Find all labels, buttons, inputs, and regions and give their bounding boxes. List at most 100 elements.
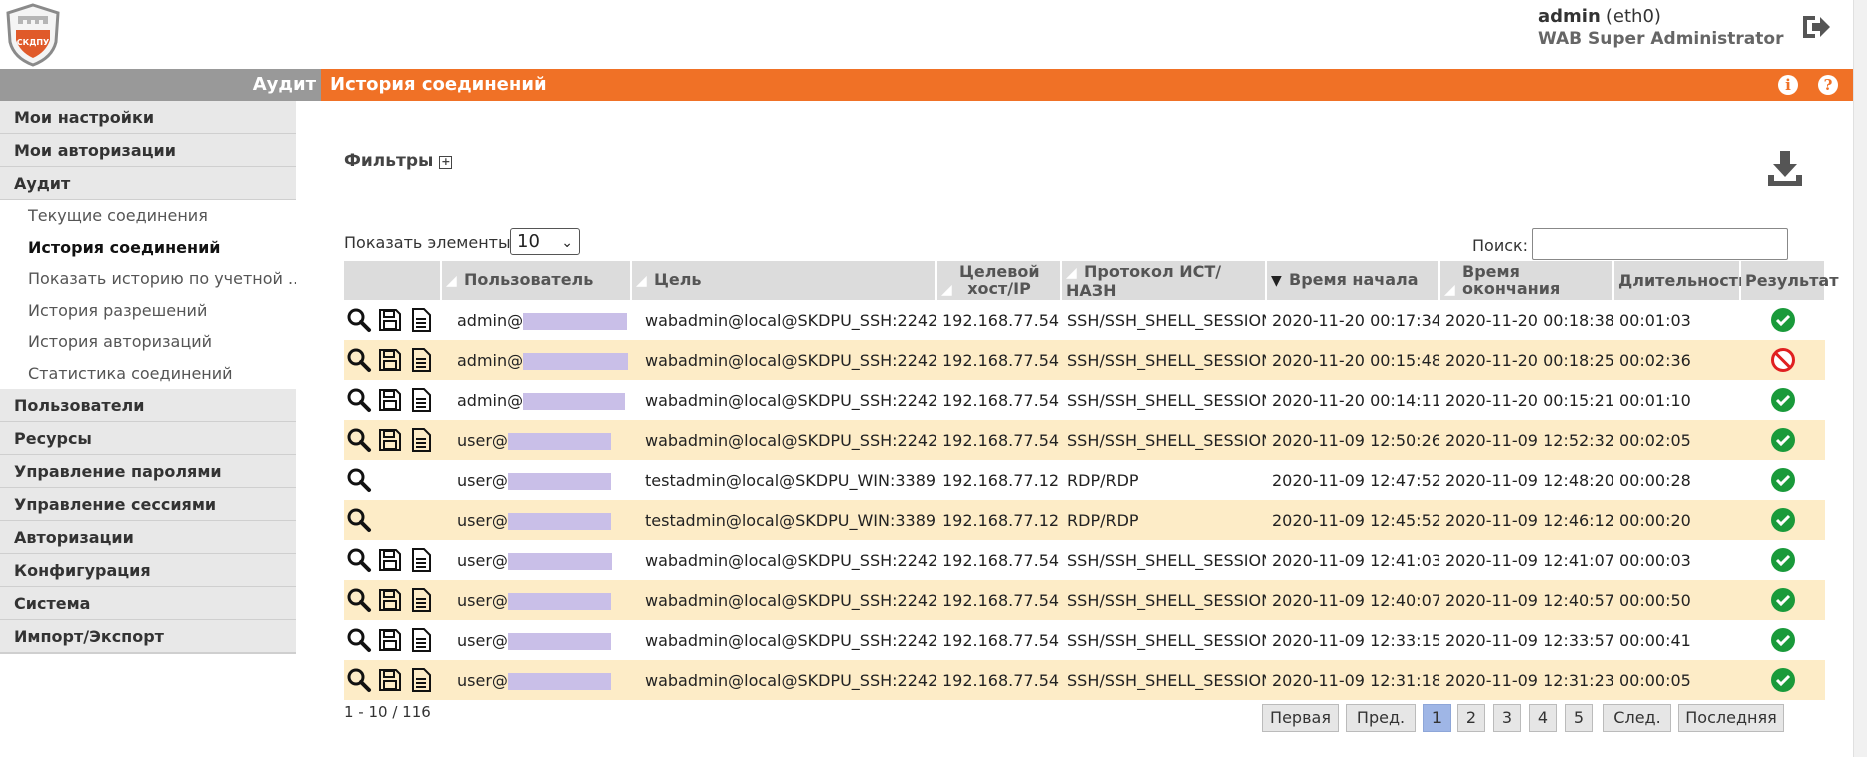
page-button[interactable]: След. xyxy=(1603,704,1671,732)
table-row[interactable]: admin@ wabadmin@local@SKDPU_SSH:2242 192.1… xyxy=(344,300,1825,340)
check-circle-icon xyxy=(1770,508,1795,532)
table-row[interactable]: admin@ wabadmin@local@SKDPU_SSH:2242 192.1… xyxy=(344,380,1825,420)
save-icon[interactable] xyxy=(377,627,403,653)
cell-protocol: SSH/SSH_SHELL_SESSION xyxy=(1061,300,1266,340)
page-button[interactable]: 4 xyxy=(1529,704,1557,732)
check-mark xyxy=(1775,634,1790,647)
sidebar-section[interactable]: Пользователи xyxy=(0,389,296,422)
user-login: user@ xyxy=(457,670,508,690)
save-icon[interactable] xyxy=(377,347,403,373)
save-icon[interactable] xyxy=(377,427,403,453)
table-row[interactable]: user@ wabadmin@local@SKDPU_SSH:2242 192.16… xyxy=(344,420,1825,460)
table-row[interactable]: user@ wabadmin@local@SKDPU_SSH:2242 192.16… xyxy=(344,580,1825,620)
table-row[interactable]: user@ wabadmin@local@SKDPU_SSH:2242 192.16… xyxy=(344,620,1825,660)
save-icon[interactable] xyxy=(377,387,403,413)
sidebar-section[interactable]: Управление сессиями xyxy=(0,488,296,521)
table-row[interactable]: user@ wabadmin@local@SKDPU_SSH:2242 192.16… xyxy=(344,660,1825,700)
sidebar-item[interactable]: Показать историю по учетной ... xyxy=(0,263,296,295)
download-icon[interactable] xyxy=(1766,148,1804,188)
page-button[interactable]: Первая xyxy=(1262,704,1339,732)
column-header[interactable]: ◢ Пользователь xyxy=(441,261,632,300)
search-icon[interactable] xyxy=(346,587,372,613)
table-row[interactable]: user@ wabadmin@local@SKDPU_SSH:2242 192.16… xyxy=(344,540,1825,580)
sidebar-item[interactable]: История разрешений xyxy=(0,294,296,326)
column-header[interactable] xyxy=(344,261,442,300)
records-count: 1 - 10 / 116 xyxy=(344,703,431,721)
row-actions xyxy=(344,620,441,660)
document-icon[interactable] xyxy=(408,387,434,413)
column-header[interactable]: ◢ Цель xyxy=(631,261,937,300)
logout-icon[interactable] xyxy=(1800,12,1832,42)
search-icon[interactable] xyxy=(346,427,372,453)
sidebar-section[interactable]: Мои настройки xyxy=(0,101,296,134)
cell-protocol: SSH/SSH_SHELL_SESSION xyxy=(1061,340,1266,380)
document-icon[interactable] xyxy=(408,627,434,653)
sidebar-item[interactable]: История соединений xyxy=(0,231,296,263)
cell-host: 192.168.77.54 xyxy=(936,340,1061,380)
table-row[interactable]: user@ testadmin@local@SKDPU_WIN:3389 192.1… xyxy=(344,460,1825,500)
document-icon[interactable] xyxy=(408,667,434,693)
table-row[interactable]: admin@ wabadmin@local@SKDPU_SSH:2242 192.1… xyxy=(344,340,1825,380)
search-icon[interactable] xyxy=(346,467,372,493)
sidebar-section[interactable]: Импорт/Экспорт xyxy=(0,620,296,653)
cell-protocol: SSH/SSH_SHELL_SESSION xyxy=(1061,660,1266,700)
breadcrumb-section[interactable]: Аудит xyxy=(0,69,321,101)
column-label: Протокол ИСТ/НАЗН xyxy=(1066,261,1222,300)
save-icon[interactable] xyxy=(377,307,403,333)
sidebar-section[interactable]: Ресурсы xyxy=(0,422,296,455)
document-icon[interactable] xyxy=(408,587,434,613)
window-scrollbar[interactable] xyxy=(1853,0,1867,757)
document-icon[interactable] xyxy=(408,547,434,573)
search-icon[interactable] xyxy=(346,387,372,413)
table-row[interactable]: user@ testadmin@local@SKDPU_WIN:3389 192.1… xyxy=(344,500,1825,540)
search-input[interactable] xyxy=(1532,228,1788,260)
sidebar-item[interactable]: История авторизаций xyxy=(0,326,296,358)
help-icon[interactable]: ? xyxy=(1818,75,1838,95)
sidebar-section[interactable]: Конфигурация xyxy=(0,554,296,587)
search-icon[interactable] xyxy=(346,347,372,373)
sidebar-section[interactable]: Система xyxy=(0,587,296,620)
save-icon[interactable] xyxy=(377,667,403,693)
search-icon[interactable] xyxy=(346,667,372,693)
sidebar-section[interactable]: Управление паролями xyxy=(0,455,296,488)
redacted-domain xyxy=(507,632,611,650)
search-icon[interactable] xyxy=(346,627,372,653)
page-button[interactable]: 2 xyxy=(1457,704,1485,732)
info-icon[interactable]: i xyxy=(1778,75,1798,95)
column-header[interactable]: Длительность xyxy=(1613,261,1748,300)
page-button[interactable]: 1 xyxy=(1423,704,1451,732)
page-button[interactable]: Последняя xyxy=(1678,704,1784,732)
page-button[interactable]: Пред. xyxy=(1346,704,1416,732)
document-icon[interactable] xyxy=(408,427,434,453)
column-header[interactable]: ▼ Время начала xyxy=(1266,261,1440,300)
column-label: Целевой хост/IP xyxy=(959,261,1040,298)
column-header[interactable]: ◢ Протокол ИСТ/НАЗН xyxy=(1061,261,1267,300)
cell-target: wabadmin@local@SKDPU_SSH:2242 xyxy=(631,420,936,460)
check-circle-icon xyxy=(1770,428,1795,452)
sidebar-section[interactable]: Авторизации xyxy=(0,521,296,554)
filters-toggle[interactable]: Фильтры + xyxy=(344,151,453,171)
page-button[interactable]: 5 xyxy=(1565,704,1593,732)
column-header[interactable]: ◢ Время окончания xyxy=(1439,261,1614,300)
sidebar-item[interactable]: Статистика соединений xyxy=(0,357,296,389)
search-icon[interactable] xyxy=(346,547,372,573)
column-label: Цель xyxy=(654,270,702,289)
save-icon[interactable] xyxy=(377,587,403,613)
sidebar-section[interactable]: Аудит xyxy=(0,167,296,200)
sidebar-section[interactable]: Мои авторизации xyxy=(0,134,296,167)
search-icon[interactable] xyxy=(346,307,372,333)
search-icon[interactable] xyxy=(346,507,372,533)
user-login: user@ xyxy=(457,470,508,490)
sidebar-item[interactable]: Текущие соединения xyxy=(0,200,296,232)
page-size-select[interactable]: 10 ⌄ xyxy=(510,228,580,255)
save-icon[interactable] xyxy=(377,547,403,573)
document-icon[interactable] xyxy=(408,347,434,373)
filters-label: Фильтры xyxy=(344,151,434,171)
cell-duration: 00:01:03 xyxy=(1613,300,1740,340)
row-actions xyxy=(344,340,441,380)
expand-plus-icon[interactable]: + xyxy=(439,156,453,169)
document-icon[interactable] xyxy=(408,307,434,333)
column-header[interactable]: ◢ Целевой хост/IP xyxy=(936,261,1062,300)
column-header[interactable]: Результат xyxy=(1740,261,1838,300)
page-button[interactable]: 3 xyxy=(1493,704,1521,732)
